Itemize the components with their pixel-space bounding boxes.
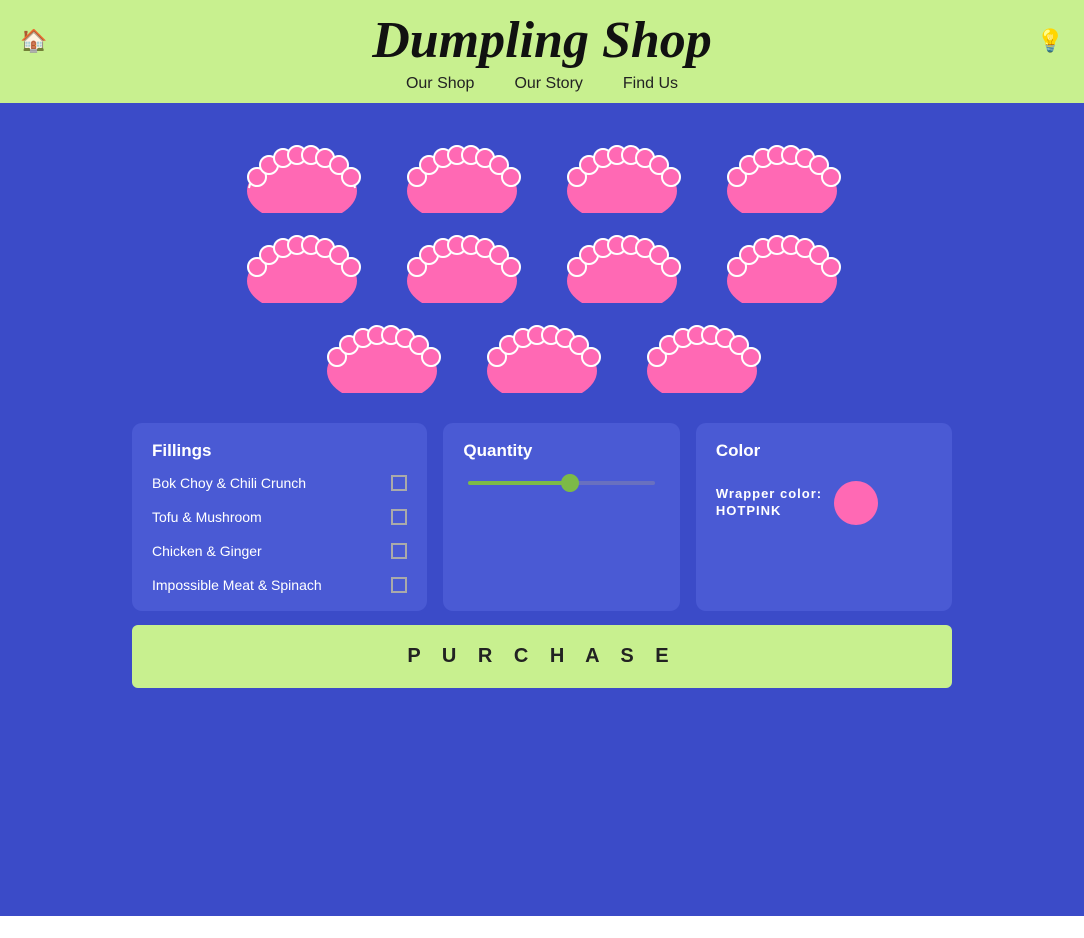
dumpling-icon bbox=[557, 133, 687, 213]
dumpling-icon bbox=[557, 223, 687, 303]
dumpling-row-3 bbox=[132, 313, 952, 393]
filling-item-4: Impossible Meat & Spinach bbox=[152, 577, 407, 593]
dumpling-row-2 bbox=[132, 223, 952, 303]
settings-icon[interactable]: 💡 bbox=[1037, 28, 1064, 54]
dumpling-icon bbox=[717, 133, 847, 213]
site-title: Dumpling Shop bbox=[20, 12, 1064, 69]
filling-checkbox-1[interactable] bbox=[391, 475, 407, 491]
color-swatch[interactable] bbox=[834, 481, 878, 525]
quantity-card: Quantity bbox=[443, 423, 679, 611]
color-name: HOTPINK bbox=[716, 503, 822, 520]
dumplings-display bbox=[132, 133, 952, 393]
dumpling-icon bbox=[477, 313, 607, 393]
dumpling-icon bbox=[637, 313, 767, 393]
wrapper-color-label: Wrapper color: bbox=[716, 486, 822, 503]
main-content: Fillings Bok Choy & Chili Crunch Tofu & … bbox=[0, 103, 1084, 916]
dumpling-icon bbox=[397, 133, 527, 213]
home-icon[interactable]: 🏠 bbox=[20, 28, 47, 54]
quantity-slider[interactable] bbox=[468, 481, 654, 485]
dumpling-icon bbox=[317, 313, 447, 393]
header: 🏠 Dumpling Shop Our Shop Our Story Find … bbox=[0, 0, 1084, 103]
dumpling-row-1 bbox=[132, 133, 952, 213]
filling-item-3: Chicken & Ginger bbox=[152, 543, 407, 559]
color-title: Color bbox=[716, 441, 932, 461]
filling-checkbox-2[interactable] bbox=[391, 509, 407, 525]
filling-label-1: Bok Choy & Chili Crunch bbox=[152, 475, 306, 491]
nav-our-shop[interactable]: Our Shop bbox=[406, 75, 474, 93]
filling-checkbox-3[interactable] bbox=[391, 543, 407, 559]
filling-label-4: Impossible Meat & Spinach bbox=[152, 577, 322, 593]
fillings-card: Fillings Bok Choy & Chili Crunch Tofu & … bbox=[132, 423, 427, 611]
filling-label-3: Chicken & Ginger bbox=[152, 543, 262, 559]
main-nav: Our Shop Our Story Find Us bbox=[20, 75, 1064, 93]
dumpling-icon bbox=[717, 223, 847, 303]
filling-label-2: Tofu & Mushroom bbox=[152, 509, 262, 525]
color-display: Wrapper color: HOTPINK bbox=[716, 481, 932, 525]
nav-our-story[interactable]: Our Story bbox=[514, 75, 582, 93]
color-card: Color Wrapper color: HOTPINK bbox=[696, 423, 952, 611]
controls-section: Fillings Bok Choy & Chili Crunch Tofu & … bbox=[132, 423, 952, 611]
quantity-title: Quantity bbox=[463, 441, 659, 461]
purchase-button[interactable]: P U R C H A S E bbox=[132, 625, 952, 688]
slider-container bbox=[463, 481, 659, 485]
filling-item-1: Bok Choy & Chili Crunch bbox=[152, 475, 407, 491]
filling-item-2: Tofu & Mushroom bbox=[152, 509, 407, 525]
filling-checkbox-4[interactable] bbox=[391, 577, 407, 593]
color-label: Wrapper color: HOTPINK bbox=[716, 486, 822, 520]
dumpling-icon bbox=[397, 223, 527, 303]
dumpling-icon bbox=[237, 133, 367, 213]
fillings-title: Fillings bbox=[152, 441, 407, 461]
dumpling-icon bbox=[237, 223, 367, 303]
nav-find-us[interactable]: Find Us bbox=[623, 75, 678, 93]
